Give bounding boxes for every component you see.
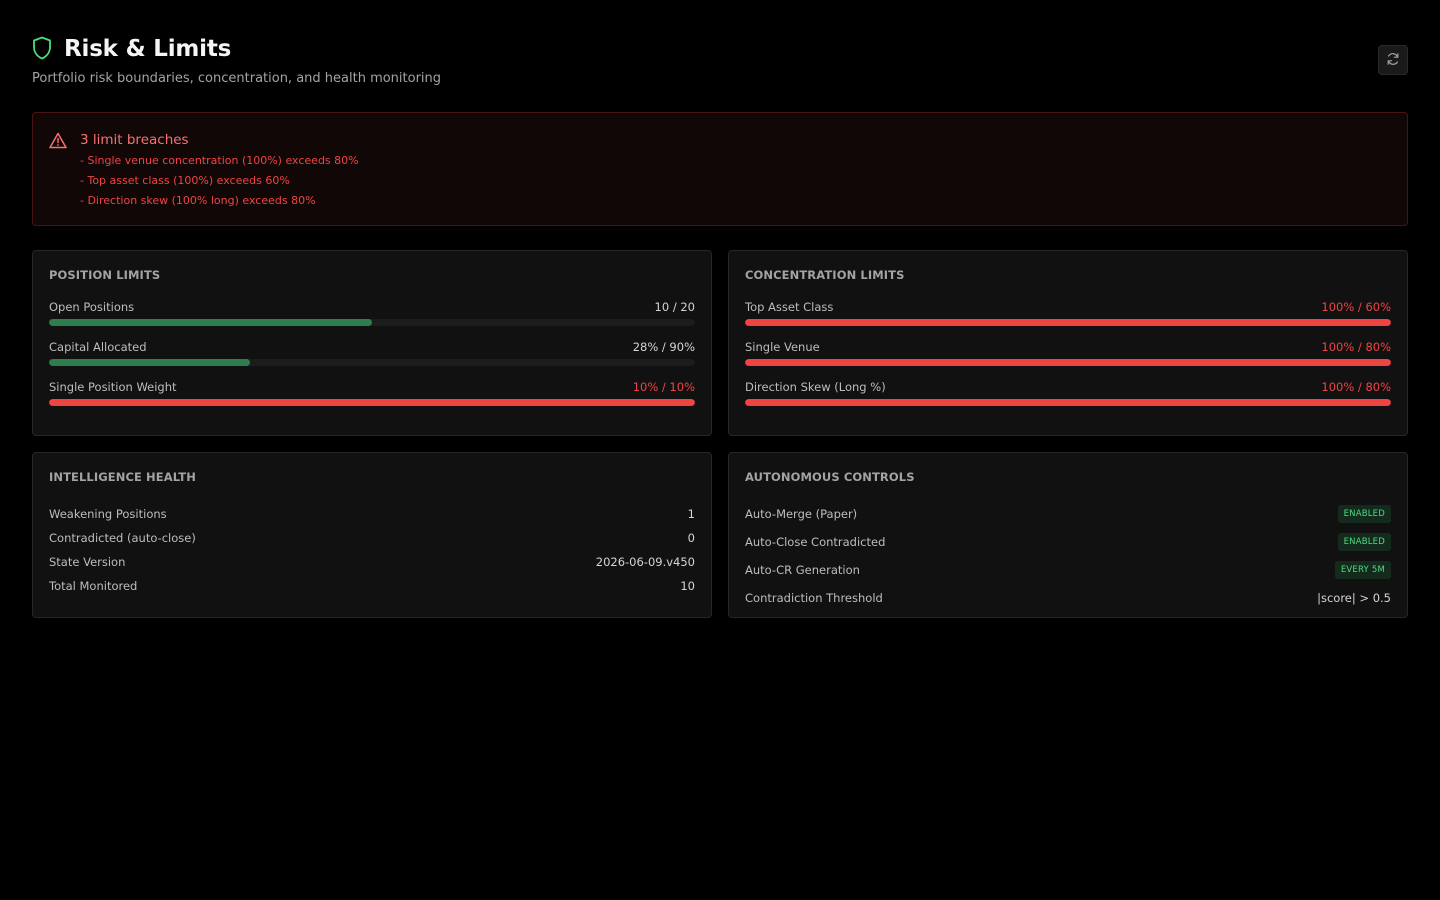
alert-title: 3 limit breaches xyxy=(80,132,189,148)
control-label: Auto-Merge (Paper) xyxy=(745,507,858,521)
progress-track xyxy=(49,359,695,366)
page-title: Risk & Limits xyxy=(64,36,232,62)
row-label: Weakening Positions xyxy=(49,507,167,521)
meter-single-venue: Single Venue 100% / 80% xyxy=(745,340,1391,380)
meter-value: 100% / 80% xyxy=(1321,380,1391,394)
row-label: Contradicted (auto-close) xyxy=(49,531,196,545)
progress-fill xyxy=(49,399,695,406)
status-badge: ENABLED xyxy=(1337,533,1391,551)
control-value: |score| > 0.5 xyxy=(1317,591,1391,605)
page-header: Risk & Limits Portfolio risk boundaries,… xyxy=(32,34,1408,94)
card-title: AUTONOMOUS CONTROLS xyxy=(745,470,915,484)
meter-label: Open Positions xyxy=(49,300,135,314)
row-label: State Version xyxy=(49,555,126,569)
control-row-auto-merge: Auto-Merge (Paper) ENABLED xyxy=(745,500,1391,528)
control-row-auto-close: Auto-Close Contradicted ENABLED xyxy=(745,528,1391,556)
meter-direction-skew: Direction Skew (Long %) 100% / 80% xyxy=(745,380,1391,420)
warning-triangle-icon xyxy=(49,132,67,149)
meter-label: Top Asset Class xyxy=(745,300,834,314)
progress-fill xyxy=(49,319,372,326)
meter-label: Capital Allocated xyxy=(49,340,147,354)
card-title: CONCENTRATION LIMITS xyxy=(745,268,905,282)
progress-track xyxy=(49,319,695,326)
row-value: 1 xyxy=(687,507,695,521)
meter-label: Single Position Weight xyxy=(49,380,177,394)
health-row-state-version: State Version 2026-06-09.v450 xyxy=(49,550,695,574)
control-row-auto-cr: Auto-CR Generation EVERY 5M xyxy=(745,556,1391,584)
meter-value: 28% / 90% xyxy=(632,340,695,354)
progress-track xyxy=(745,399,1391,406)
autonomous-controls-card: AUTONOMOUS CONTROLS Auto-Merge (Paper) E… xyxy=(728,452,1408,618)
health-row-total-monitored: Total Monitored 10 xyxy=(49,574,695,598)
progress-track xyxy=(745,359,1391,366)
meter-label: Direction Skew (Long %) xyxy=(745,380,886,394)
title-row: Risk & Limits xyxy=(32,34,1408,64)
progress-fill xyxy=(745,359,1391,366)
health-row-weakening: Weakening Positions 1 xyxy=(49,502,695,526)
position-limits-card: POSITION LIMITS Open Positions 10 / 20 C… xyxy=(32,250,712,436)
meter-open-positions: Open Positions 10 / 20 xyxy=(49,300,695,340)
controls-list: Auto-Merge (Paper) ENABLED Auto-Close Co… xyxy=(745,500,1391,612)
refresh-icon xyxy=(1386,51,1400,70)
concentration-limits-card: CONCENTRATION LIMITS Top Asset Class 100… xyxy=(728,250,1408,436)
refresh-button[interactable] xyxy=(1378,45,1408,75)
meter-capital-allocated: Capital Allocated 28% / 90% xyxy=(49,340,695,380)
shield-icon xyxy=(32,36,54,62)
alert-body: 3 limit breaches - Single venue concentr… xyxy=(80,131,1391,211)
control-label: Auto-CR Generation xyxy=(745,563,860,577)
progress-fill xyxy=(745,319,1391,326)
status-badge: EVERY 5M xyxy=(1334,561,1391,579)
control-label: Contradiction Threshold xyxy=(745,591,883,605)
risk-limits-page: Risk & Limits Portfolio risk boundaries,… xyxy=(0,0,1440,900)
meter-value: 10% / 10% xyxy=(632,380,695,394)
meter-single-position-weight: Single Position Weight 10% / 10% xyxy=(49,380,695,420)
meter-value: 100% / 80% xyxy=(1321,340,1391,354)
control-label: Auto-Close Contradicted xyxy=(745,535,886,549)
health-row-contradicted: Contradicted (auto-close) 0 xyxy=(49,526,695,550)
row-value: 2026-06-09.v450 xyxy=(595,555,695,569)
health-list: Weakening Positions 1 Contradicted (auto… xyxy=(49,502,695,598)
progress-fill xyxy=(745,399,1391,406)
alert-item: - Direction skew (100% long) exceeds 80% xyxy=(80,194,316,207)
meter-value: 10 / 20 xyxy=(654,300,695,314)
progress-track xyxy=(49,399,695,406)
control-row-contradiction-threshold: Contradiction Threshold |score| > 0.5 xyxy=(745,584,1391,612)
row-value: 10 xyxy=(680,579,695,593)
meter-label: Single Venue xyxy=(745,340,820,354)
card-title: POSITION LIMITS xyxy=(49,268,161,282)
card-title: INTELLIGENCE HEALTH xyxy=(49,470,196,484)
status-badge: ENABLED xyxy=(1337,505,1391,523)
progress-track xyxy=(745,319,1391,326)
row-label: Total Monitored xyxy=(49,579,138,593)
intelligence-health-card: INTELLIGENCE HEALTH Weakening Positions … xyxy=(32,452,712,618)
alert-item: - Top asset class (100%) exceeds 60% xyxy=(80,174,290,187)
progress-fill xyxy=(49,359,250,366)
alert-items: - Single venue concentration (100%) exce… xyxy=(80,151,1391,211)
row-value: 0 xyxy=(687,531,695,545)
meter-value: 100% / 60% xyxy=(1321,300,1391,314)
meter-top-asset-class: Top Asset Class 100% / 60% xyxy=(745,300,1391,340)
limit-breach-alert: 3 limit breaches - Single venue concentr… xyxy=(32,112,1408,226)
page-subtitle: Portfolio risk boundaries, concentration… xyxy=(32,71,442,86)
alert-item: - Single venue concentration (100%) exce… xyxy=(80,154,359,167)
